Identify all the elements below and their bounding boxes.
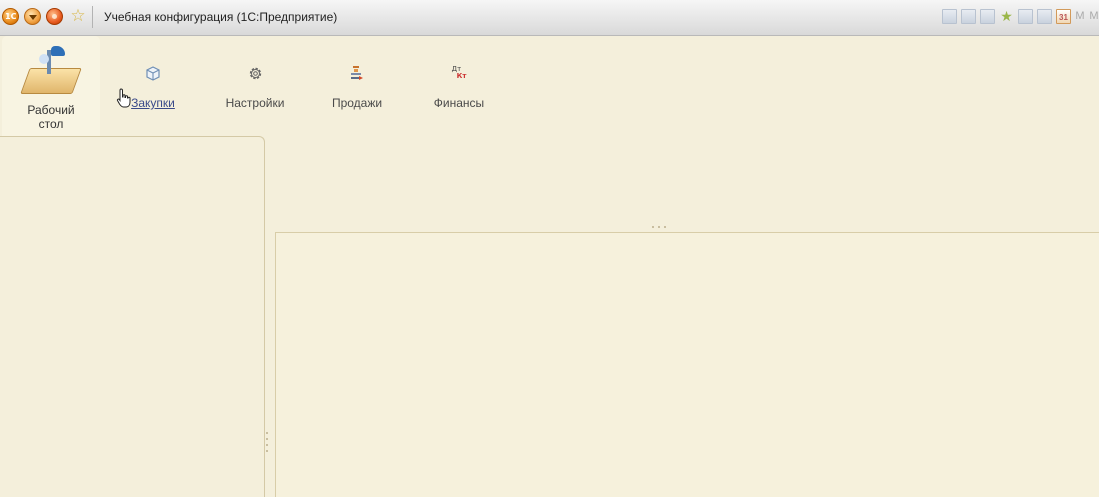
gear-icon xyxy=(218,62,292,84)
main-menu-button[interactable] xyxy=(24,8,41,25)
memory-m2-icon[interactable]: M xyxy=(1089,9,1099,24)
section-finance[interactable]: Дт Кт Финансы xyxy=(424,36,494,131)
section-settings[interactable]: Настройки xyxy=(218,36,292,131)
section-sales[interactable]: Продажи xyxy=(322,36,392,131)
section-settings-label: Настройки xyxy=(225,96,285,110)
title-toolbar: ★ 31 M M xyxy=(942,9,1099,24)
memory-m-icon[interactable]: M xyxy=(1075,9,1085,24)
left-navigation-panel xyxy=(0,136,265,497)
title-separator xyxy=(92,6,93,28)
print-icon[interactable] xyxy=(961,9,976,24)
calendar-icon[interactable]: 31 xyxy=(1056,9,1071,24)
dt-kt-icon: Дт Кт xyxy=(424,62,494,84)
box-icon xyxy=(118,62,188,84)
window-title: Учебная конфигурация (1С:Предприятие) xyxy=(104,10,338,24)
section-desktop-label-line2: стол xyxy=(38,117,64,131)
title-bar: 1С ☆ Учебная конфигурация (1С:Предприяти… xyxy=(0,0,1099,36)
calculator-icon[interactable] xyxy=(1037,9,1052,24)
section-finance-label: Финансы xyxy=(433,96,485,110)
top-panel-resize-handle[interactable] xyxy=(652,226,666,228)
hand-cursor-icon xyxy=(116,88,132,111)
navigation-button[interactable] xyxy=(46,8,63,25)
1c-logo-text: 1С xyxy=(5,12,17,21)
content-area xyxy=(275,232,1099,497)
1c-logo-button[interactable]: 1С xyxy=(2,8,19,25)
section-desktop-label-line1: Рабочий xyxy=(27,103,75,117)
preview-icon[interactable] xyxy=(980,9,995,24)
desktop-icon xyxy=(20,44,82,99)
save-icon[interactable] xyxy=(942,9,957,24)
history-icon[interactable] xyxy=(1018,9,1033,24)
favorites-icon[interactable]: ★ xyxy=(999,9,1014,24)
sales-icon xyxy=(322,62,392,84)
section-sales-label: Продажи xyxy=(331,96,383,110)
section-purchases[interactable]: Закупки xyxy=(118,36,188,131)
sections-panel: Рабочий стол Закупки Настройки Продажи Д… xyxy=(0,36,1099,136)
favorites-star-icon[interactable]: ☆ xyxy=(68,6,88,26)
kt-icon-text: Кт xyxy=(456,72,467,80)
section-desktop[interactable]: Рабочий стол xyxy=(2,36,100,136)
left-panel-resize-handle[interactable] xyxy=(266,432,269,456)
